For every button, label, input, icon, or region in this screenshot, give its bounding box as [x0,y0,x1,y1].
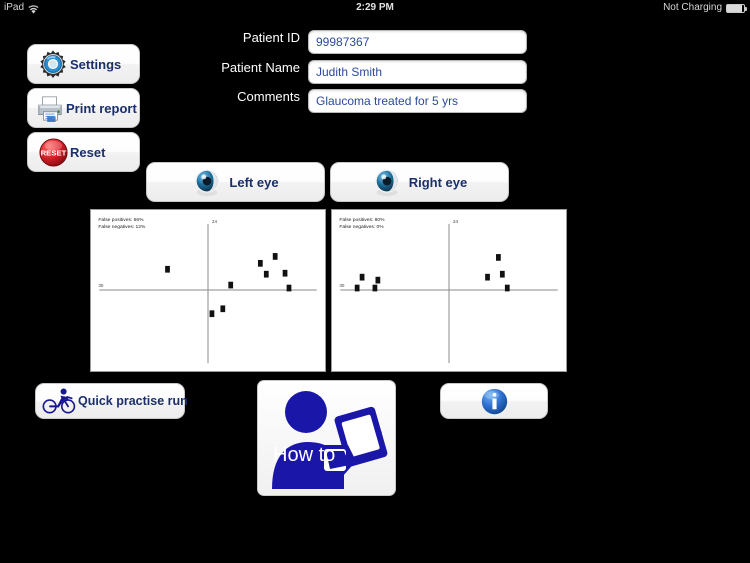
left-eye-chart-panel[interactable]: 24 30 False positives: 66% False negatives:… [90,209,326,372]
info-circle-icon [480,387,509,416]
data-point [282,269,288,277]
settings-button[interactable]: Settings [27,44,140,84]
print-report-button[interactable]: Print report [27,88,140,128]
patient-name-label: Patient Name [221,60,300,75]
printer-icon [34,94,66,122]
right-eye-button[interactable]: Right eye [330,162,509,202]
patient-id-label: Patient ID [242,30,300,45]
comments-label: Comments [237,89,300,104]
data-point [372,284,378,292]
right-eye-scatter-chart: 24 30 False positives: 80%False negatives:… [339,217,558,364]
app-root: iPad 2:29 PM Not Charging Settings Print… [0,0,750,563]
data-point [485,273,490,281]
battery-icon [726,4,747,13]
comments-input[interactable]: Glaucoma treated for 5 yrs [308,89,527,113]
eyeball-icon [192,167,222,197]
patient-name-input[interactable]: Judith Smith [308,60,527,84]
quick-practise-run-label: Quick practise run [78,394,188,408]
reset-button-label: Reset [70,144,106,160]
axis-label-vertical-top: 24 [453,219,459,224]
quick-practise-run-button[interactable]: Quick practise run [35,383,188,419]
right-eye-chart-panel[interactable]: 24 30 False positives: 80% False negatives:… [331,209,567,372]
axis-label-horizontal-left: 30 [339,283,345,288]
how-to-label: How to [273,444,336,466]
data-point [359,273,365,281]
print-report-button-label: Print report [66,100,137,116]
chart-annotation: False positives: 66% [98,217,144,223]
data-point [499,270,505,278]
chart-annotation: False negatives: 12% [98,224,146,230]
eyeball-icon [372,167,402,197]
info-button[interactable] [440,383,548,419]
data-point [504,284,510,292]
status-bar-right: Not Charging [663,0,747,15]
reset-badge-icon: RESET [36,137,70,168]
data-point [228,281,234,289]
data-point [165,265,170,273]
bicycle-icon [42,387,78,415]
data-point [209,310,215,318]
data-point [263,270,269,278]
left-eye-button-label: Left eye [229,174,279,190]
status-bar: iPad 2:29 PM Not Charging [0,0,750,15]
data-point [257,259,263,267]
data-point [272,253,278,260]
left-eye-button[interactable]: Left eye [146,162,325,202]
data-point [220,305,226,313]
axis-label-horizontal-left: 30 [98,283,104,288]
person-with-tablet-icon [272,391,388,489]
data-point [286,284,292,292]
data-point [354,284,360,292]
reset-button[interactable]: RESET Reset [27,132,140,172]
settings-button-label: Settings [70,56,122,72]
how-to-inner: How to [258,381,395,495]
battery-status-label: Not Charging [663,2,722,13]
how-to-button[interactable]: How to [257,380,396,496]
chart-annotation: False negatives: 0% [339,224,384,230]
gear-icon [36,49,70,79]
data-point [375,276,381,284]
patient-id-input[interactable]: 99987367 [308,30,527,54]
status-bar-time: 2:29 PM [356,2,394,13]
left-eye-scatter-chart: 24 30 False positives: 66%False negatives:… [98,217,317,364]
chart-annotation: False positives: 80% [339,217,385,223]
svg-text:RESET: RESET [40,148,66,157]
axis-label-vertical-top: 24 [212,219,218,224]
data-point [496,254,501,261]
right-eye-button-label: Right eye [408,174,468,190]
